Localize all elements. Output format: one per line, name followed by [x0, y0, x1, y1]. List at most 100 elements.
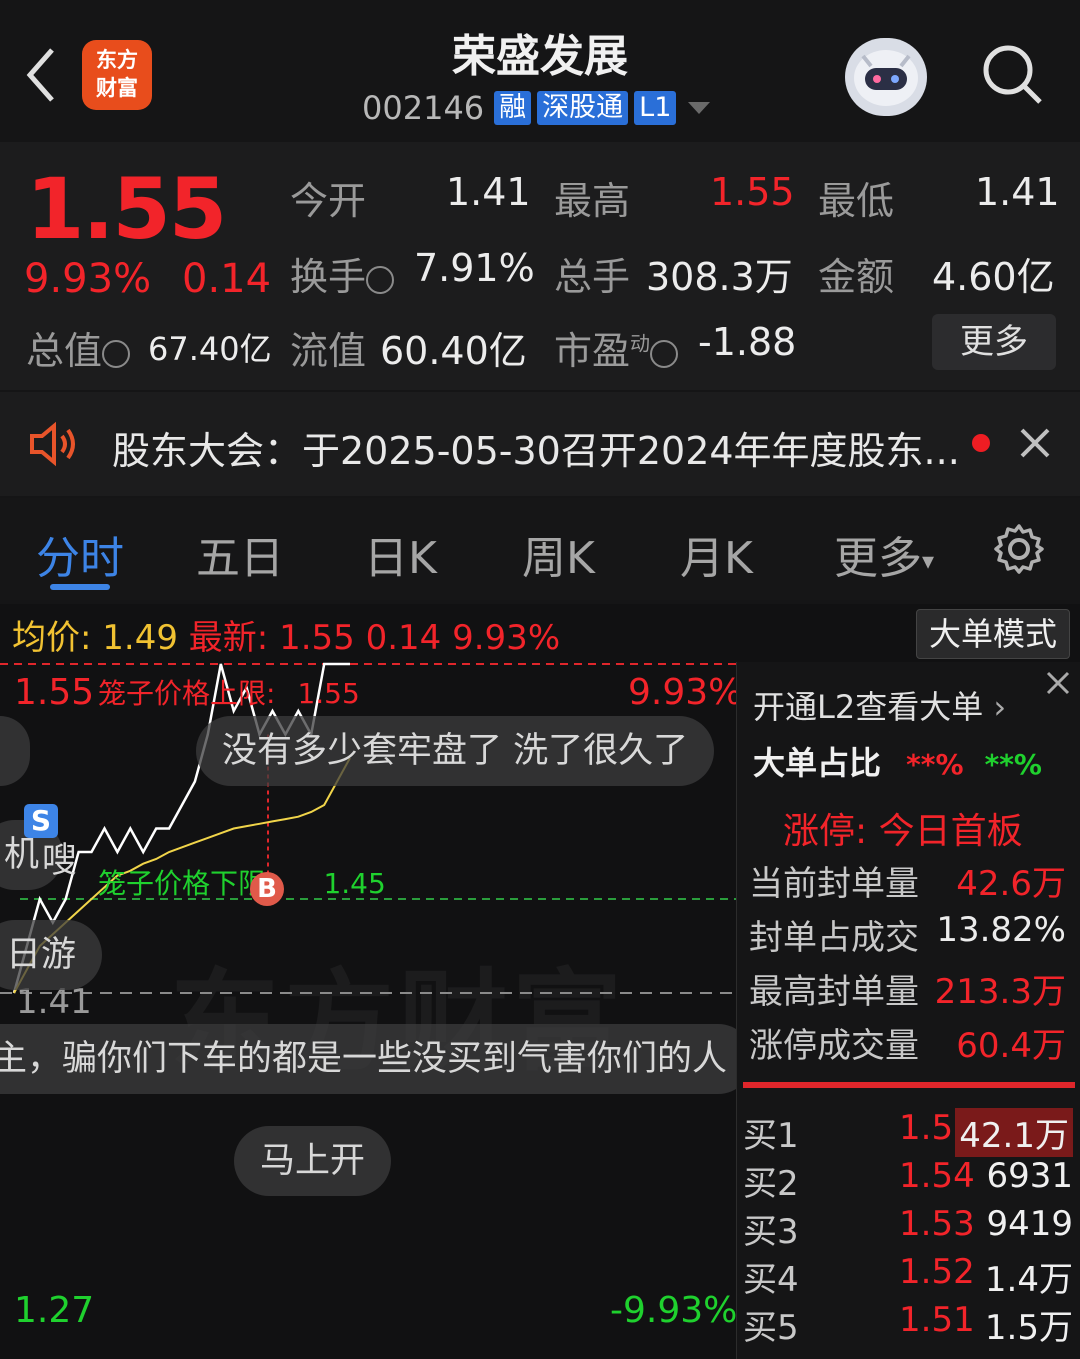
high-label: 最高	[554, 179, 631, 223]
close-icon[interactable]	[1043, 668, 1073, 698]
unread-dot	[972, 434, 990, 452]
notice-bar[interactable]: 股东大会：于2025-05-30召开2024年年度股东...	[0, 392, 1080, 496]
bid-row[interactable]: 买4 1.52 1.4万	[737, 1250, 1080, 1300]
volume-label: 总手	[554, 255, 631, 299]
latest-change: 0.14	[365, 618, 442, 658]
robot-avatar-icon[interactable]	[845, 38, 927, 116]
avg-label: 均价:	[12, 618, 92, 658]
chart-legend: 均价: 1.49 最新: 1.55 0.14 9.93%	[12, 610, 560, 659]
quote-panel: 1.55 9.93% 0.14 总值 67.40亿 今开 1.41 最高 1.5…	[0, 142, 1080, 390]
y-axis-top-price: 1.55	[14, 672, 95, 713]
close-icon[interactable]	[1018, 426, 1052, 460]
tag-shenzhen-connect: 深股通	[537, 91, 629, 125]
l2-upgrade-link[interactable]: 开通L2查看大单 ›	[753, 682, 1006, 728]
float-value-label: 流值	[290, 329, 367, 373]
bid-volume: 42.1万	[955, 1108, 1073, 1157]
latest-value: 1.55	[279, 618, 355, 658]
bid-level-label: 买3	[743, 1212, 799, 1252]
total-value-label: 总值	[26, 320, 131, 375]
divider	[743, 1082, 1075, 1088]
amount-value: 4.60亿	[932, 255, 1055, 299]
bid-row[interactable]: 买5 1.51 1.5万	[737, 1298, 1080, 1348]
tab-five-day[interactable]: 五日	[196, 522, 284, 586]
bid-row[interactable]: 买1 1.55 42.1万	[737, 1106, 1080, 1157]
bid-row[interactable]: 买3 1.53 9419	[737, 1202, 1080, 1252]
pe-label: 市盈动	[554, 320, 679, 375]
chevron-down-icon[interactable]	[688, 102, 711, 114]
danmaku-bubble[interactable]: 没有多少套牢盘了 洗了很久了	[196, 716, 715, 786]
limit-volume-label: 涨停成交量	[749, 1026, 919, 1066]
more-button[interactable]: 更多	[932, 314, 1056, 370]
max-seal-value: 213.3万	[934, 972, 1066, 1012]
tab-more[interactable]: 更多▾	[834, 522, 934, 586]
latest-pct: 9.93%	[452, 618, 561, 658]
seal-volume-label: 当前封单量	[749, 864, 919, 904]
bid-level-label: 买2	[743, 1164, 799, 1204]
big-order-mode-button[interactable]: 大单模式	[916, 609, 1070, 659]
order-panel: 开通L2查看大单 › 大单占比 **% **% 涨停: 今日首板 当前封单量 4…	[736, 662, 1080, 1359]
danmaku-bubble[interactable]: 日游	[0, 920, 103, 990]
turnover-label: 换手	[290, 246, 395, 301]
limit-up-title: 涨停: 今日首板	[783, 811, 1023, 852]
float-value: 60.40亿	[380, 329, 527, 373]
tab-daily-k[interactable]: 日K	[364, 522, 437, 586]
speaker-icon	[30, 421, 75, 467]
bid-volume: 1.4万	[984, 1260, 1073, 1300]
low-value: 1.41	[975, 170, 1060, 214]
y-axis-bottom-pct: -9.93%	[610, 1290, 736, 1331]
turnover-value: 7.91%	[414, 246, 535, 290]
y-axis-bottom-price: 1.27	[14, 1290, 95, 1331]
max-seal-label: 最高封单量	[749, 972, 919, 1012]
high-value: 1.55	[710, 170, 795, 214]
info-icon[interactable]	[650, 339, 679, 368]
gear-icon[interactable]	[992, 522, 1046, 576]
bid-row[interactable]: 买2 1.54 6931	[737, 1154, 1080, 1204]
tab-monthly-k[interactable]: 月K	[680, 522, 753, 586]
latest-label: 最新:	[188, 618, 269, 658]
bid-price: 1.53	[899, 1204, 975, 1244]
upper-limit-label: 笼子价格上限: 1.55	[98, 677, 360, 710]
bid-level-label: 买4	[743, 1260, 799, 1300]
y-axis-top-pct: 9.93%	[628, 672, 736, 713]
tag-margin: 融	[494, 91, 532, 125]
bid-volume: 1.5万	[984, 1308, 1073, 1348]
intraday-chart[interactable]: 东方财富 1.55 笼子价格上限: 1.55 9.93% 笼子价格下限: 1.45 …	[0, 662, 736, 1359]
notice-text[interactable]: 股东大会：于2025-05-30召开2024年年度股东...	[112, 420, 960, 475]
volume-value: 308.3万	[646, 255, 793, 299]
low-label: 最低	[818, 179, 895, 223]
bid-volume: 6931	[986, 1156, 1073, 1196]
stock-code: 002146	[362, 89, 485, 127]
change-percent: 9.93%	[24, 256, 152, 302]
tab-weekly-k[interactable]: 周K	[522, 522, 595, 586]
chevron-down-icon: ▾	[922, 547, 935, 575]
search-icon[interactable]	[980, 42, 1046, 108]
current-price: 1.55	[26, 160, 227, 258]
bid-price: 1.54	[899, 1156, 975, 1196]
bid-level-label: 买1	[743, 1116, 799, 1156]
bid-level-label: 买5	[743, 1308, 799, 1348]
buy-marker[interactable]: B	[250, 872, 284, 906]
avg-value: 1.49	[102, 618, 178, 658]
change-amount: 0.14	[182, 256, 272, 302]
total-value: 67.40亿	[148, 330, 272, 368]
seal-ratio-label: 封单占成交	[749, 918, 919, 958]
header: 东方 财富 荣盛发展 002146 融 深股通 L1	[0, 0, 1080, 140]
chart-tabs: 分时 五日 日K 周K 月K 更多▾	[0, 498, 1080, 600]
amount-label: 金额	[818, 255, 895, 299]
bid-price: 1.52	[899, 1252, 975, 1292]
active-tab-indicator	[50, 584, 110, 590]
open-label: 今开	[290, 179, 367, 223]
info-icon[interactable]	[366, 265, 395, 294]
seal-volume-value: 42.6万	[956, 864, 1066, 904]
pe-value: -1.88	[698, 320, 797, 364]
danmaku-text: 嗖	[42, 841, 78, 881]
danmaku-bubble[interactable]: 马上开	[234, 1126, 392, 1196]
danmaku-bubble[interactable]: 主，骗你们下车的都是一些没买到气害你们的人	[0, 1024, 736, 1094]
big-order-ratio: 大单占比 **% **%	[753, 744, 1042, 782]
chart-info-bar: 均价: 1.49 最新: 1.55 0.14 9.93% 大单模式	[0, 604, 1080, 662]
bid-volume: 9419	[986, 1204, 1073, 1244]
tab-intraday[interactable]: 分时	[36, 522, 124, 586]
bid-price: 1.51	[899, 1300, 975, 1340]
sell-marker[interactable]: S	[24, 804, 58, 838]
info-icon[interactable]	[102, 339, 131, 368]
